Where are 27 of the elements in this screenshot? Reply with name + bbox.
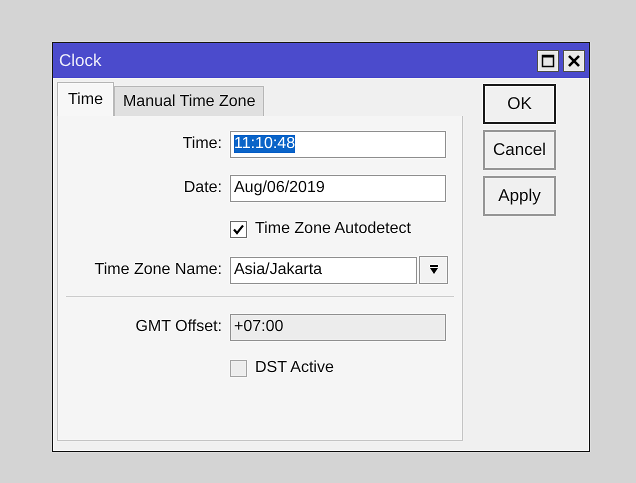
checkbox-label: Time Zone Autodetect bbox=[255, 220, 411, 238]
dialog-button[interactable]: Cancel bbox=[483, 130, 556, 170]
dialog-button[interactable]: Apply bbox=[483, 176, 556, 216]
checkbox[interactable] bbox=[230, 360, 247, 376]
close-button[interactable] bbox=[563, 50, 585, 72]
field-value: +07:00 bbox=[234, 318, 284, 336]
dropdown-button[interactable] bbox=[419, 256, 448, 284]
field-label: Date: bbox=[182, 179, 223, 197]
dropdown-field[interactable]: Asia/Jakarta bbox=[230, 256, 417, 284]
maximize-icon bbox=[541, 54, 555, 68]
field-label: GMT Offset: bbox=[134, 318, 223, 336]
checkbox-label: DST Active bbox=[255, 359, 334, 377]
field-label: Time: bbox=[182, 135, 223, 153]
field-value: Asia/Jakarta bbox=[234, 261, 322, 279]
dialog-button[interactable]: OK bbox=[483, 84, 556, 124]
close-icon bbox=[567, 54, 581, 68]
checkbox[interactable] bbox=[230, 220, 247, 238]
down-arrow-icon bbox=[428, 265, 438, 275]
window-title: Clock bbox=[59, 50, 102, 70]
field-value: 11:10:48 bbox=[234, 135, 296, 153]
tab[interactable]: Manual Time Zone bbox=[114, 86, 264, 116]
maximize-button[interactable] bbox=[537, 50, 559, 72]
input-field[interactable]: Aug/06/2019 bbox=[230, 174, 446, 202]
tab[interactable]: Time bbox=[57, 82, 114, 116]
field-value: Aug/06/2019 bbox=[234, 179, 325, 197]
field-label: Time Zone Name: bbox=[94, 261, 223, 279]
input-field[interactable]: 11:10:48 bbox=[230, 130, 446, 158]
